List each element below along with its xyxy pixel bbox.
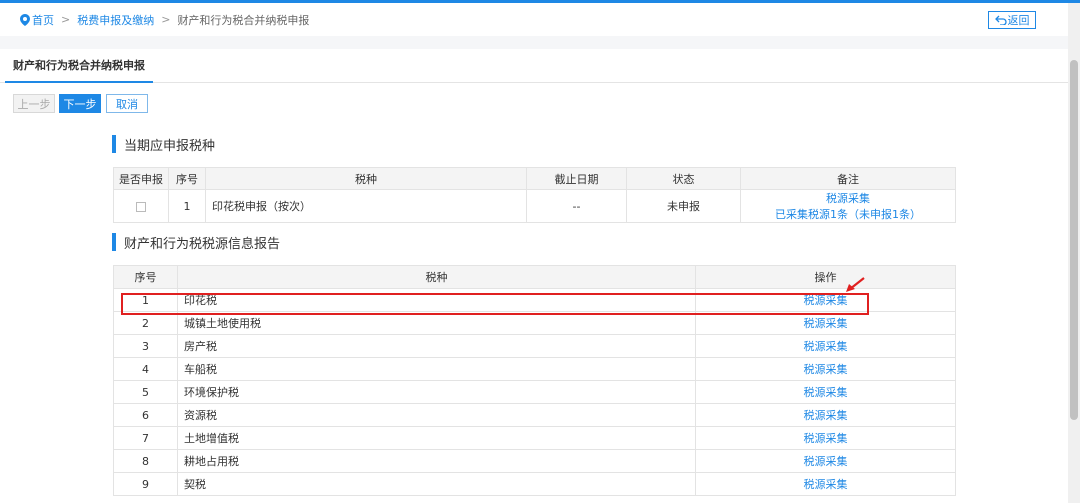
section-title-marker <box>112 135 116 153</box>
back-button[interactable]: 返回 <box>988 11 1036 29</box>
column-header: 状态 <box>626 167 741 190</box>
main-panel: 财产和行为税合并纳税申报 上一步 下一步 取消 当期应申报税种 是否申报 序号 … <box>0 49 1068 503</box>
column-header: 备注 <box>740 167 956 190</box>
back-button-label: 返回 <box>1007 14 1030 27</box>
tax-name: 耕地占用税 <box>177 449 696 473</box>
table-row: 1 印花税申报（按次） -- 未申报 税源采集已采集税源1条（未申报1条） <box>113 189 956 223</box>
tax-name: 印花税申报（按次） <box>205 189 527 223</box>
table-row: 7 土地增值税 税源采集 <box>113 426 956 450</box>
tab-row: 财产和行为税合并纳税申报 <box>0 49 1068 83</box>
table-row: 3 房产税 税源采集 <box>113 334 956 358</box>
source-collect-link[interactable]: 税源采集 <box>804 317 848 330</box>
row-number: 1 <box>113 288 178 312</box>
row-number: 6 <box>113 403 178 427</box>
annotation-arrow-icon <box>844 276 866 297</box>
source-collect-link[interactable]: 税源采集 <box>804 409 848 422</box>
row-number: 2 <box>113 311 178 335</box>
declare-checkbox-cell <box>113 189 169 223</box>
source-collect-link[interactable]: 税源采集 <box>804 294 848 307</box>
source-collect-link[interactable]: 税源采集 <box>826 192 870 205</box>
tax-source-table: 序号 税种 操作 1 印花税 税源采集 2 城镇土地使用税 税源采集 3 房产税 税源采集 … <box>113 265 956 496</box>
tax-name: 车船税 <box>177 357 696 381</box>
breadcrumb-parent[interactable]: 税费申报及缴纳 <box>77 12 154 28</box>
row-number: 1 <box>168 189 206 223</box>
source-collect-link[interactable]: 税源采集 <box>804 455 848 468</box>
breadcrumb-home[interactable]: 首页 <box>32 12 54 28</box>
section-title-source-report: 财产和行为税税源信息报告 <box>112 233 281 252</box>
table-row: 1 印花税 税源采集 <box>113 288 956 312</box>
breadcrumb-separator: > <box>61 13 71 26</box>
tax-name: 土地增值税 <box>177 426 696 450</box>
column-header: 税种 <box>177 265 696 289</box>
row-number: 8 <box>113 449 178 473</box>
column-header: 序号 <box>168 167 206 190</box>
source-collect-link[interactable]: 税源采集 <box>804 363 848 376</box>
row-number: 7 <box>113 426 178 450</box>
section-title-text: 当期应申报税种 <box>124 138 216 154</box>
breadcrumb-bar: 首页 > 税费申报及缴纳 > 财产和行为税合并纳税申报 <box>0 3 1068 36</box>
remark-cell: 税源采集已采集税源1条（未申报1条） <box>740 189 956 223</box>
tax-name: 资源税 <box>177 403 696 427</box>
source-collect-link[interactable]: 税源采集 <box>804 432 848 445</box>
row-number: 5 <box>113 380 178 404</box>
section-title-text: 财产和行为税税源信息报告 <box>124 236 281 252</box>
deadline: -- <box>526 189 627 223</box>
row-number: 9 <box>113 472 178 496</box>
table-row: 8 耕地占用税 税源采集 <box>113 449 956 473</box>
tax-name: 环境保护税 <box>177 380 696 404</box>
breadcrumb-separator: > <box>161 13 171 26</box>
collected-sources-link[interactable]: 已采集税源1条（未申报1条） <box>775 208 921 221</box>
scrollbar-thumb[interactable] <box>1070 60 1078 420</box>
tab-combined-declaration[interactable]: 财产和行为税合并纳税申报 <box>5 49 153 83</box>
breadcrumb-current: 财产和行为税合并纳税申报 <box>177 13 310 27</box>
column-header: 是否申报 <box>113 167 169 190</box>
table-row: 4 车船税 税源采集 <box>113 357 956 381</box>
current-taxes-table: 是否申报 序号 税种 截止日期 状态 备注 1 印花税申报（按次） -- 未申报… <box>113 167 956 223</box>
row-number: 3 <box>113 334 178 358</box>
column-header: 操作 <box>695 265 956 289</box>
cancel-button[interactable]: 取消 <box>106 94 148 113</box>
section-title-marker <box>112 233 116 251</box>
table-row: 6 资源税 税源采集 <box>113 403 956 427</box>
column-header: 截止日期 <box>526 167 627 190</box>
breadcrumb: 首页 > 税费申报及缴纳 > 财产和行为税合并纳税申报 <box>20 12 309 28</box>
row-number: 4 <box>113 357 178 381</box>
location-pin-icon <box>20 13 30 26</box>
source-collect-link[interactable]: 税源采集 <box>804 386 848 399</box>
declare-checkbox[interactable] <box>136 201 146 212</box>
source-collect-link[interactable]: 税源采集 <box>804 478 848 491</box>
table-row: 2 城镇土地使用税 税源采集 <box>113 311 956 335</box>
next-step-button[interactable]: 下一步 <box>59 94 101 113</box>
status: 未申报 <box>626 189 741 223</box>
section-title-current-taxes: 当期应申报税种 <box>112 135 216 154</box>
table-row: 9 契税 税源采集 <box>113 472 956 496</box>
previous-step-button[interactable]: 上一步 <box>13 94 55 113</box>
table-row: 5 环境保护税 税源采集 <box>113 380 956 404</box>
tax-name: 契税 <box>177 472 696 496</box>
tax-name: 城镇土地使用税 <box>177 311 696 335</box>
source-collect-link[interactable]: 税源采集 <box>804 340 848 353</box>
tax-name: 房产税 <box>177 334 696 358</box>
return-arrow-icon <box>994 15 1007 25</box>
table-header-row: 是否申报 序号 税种 截止日期 状态 备注 <box>113 167 956 190</box>
column-header: 序号 <box>113 265 178 289</box>
table-header-row: 序号 税种 操作 <box>113 265 956 289</box>
column-header: 税种 <box>205 167 527 190</box>
tax-name: 印花税 <box>177 288 696 312</box>
